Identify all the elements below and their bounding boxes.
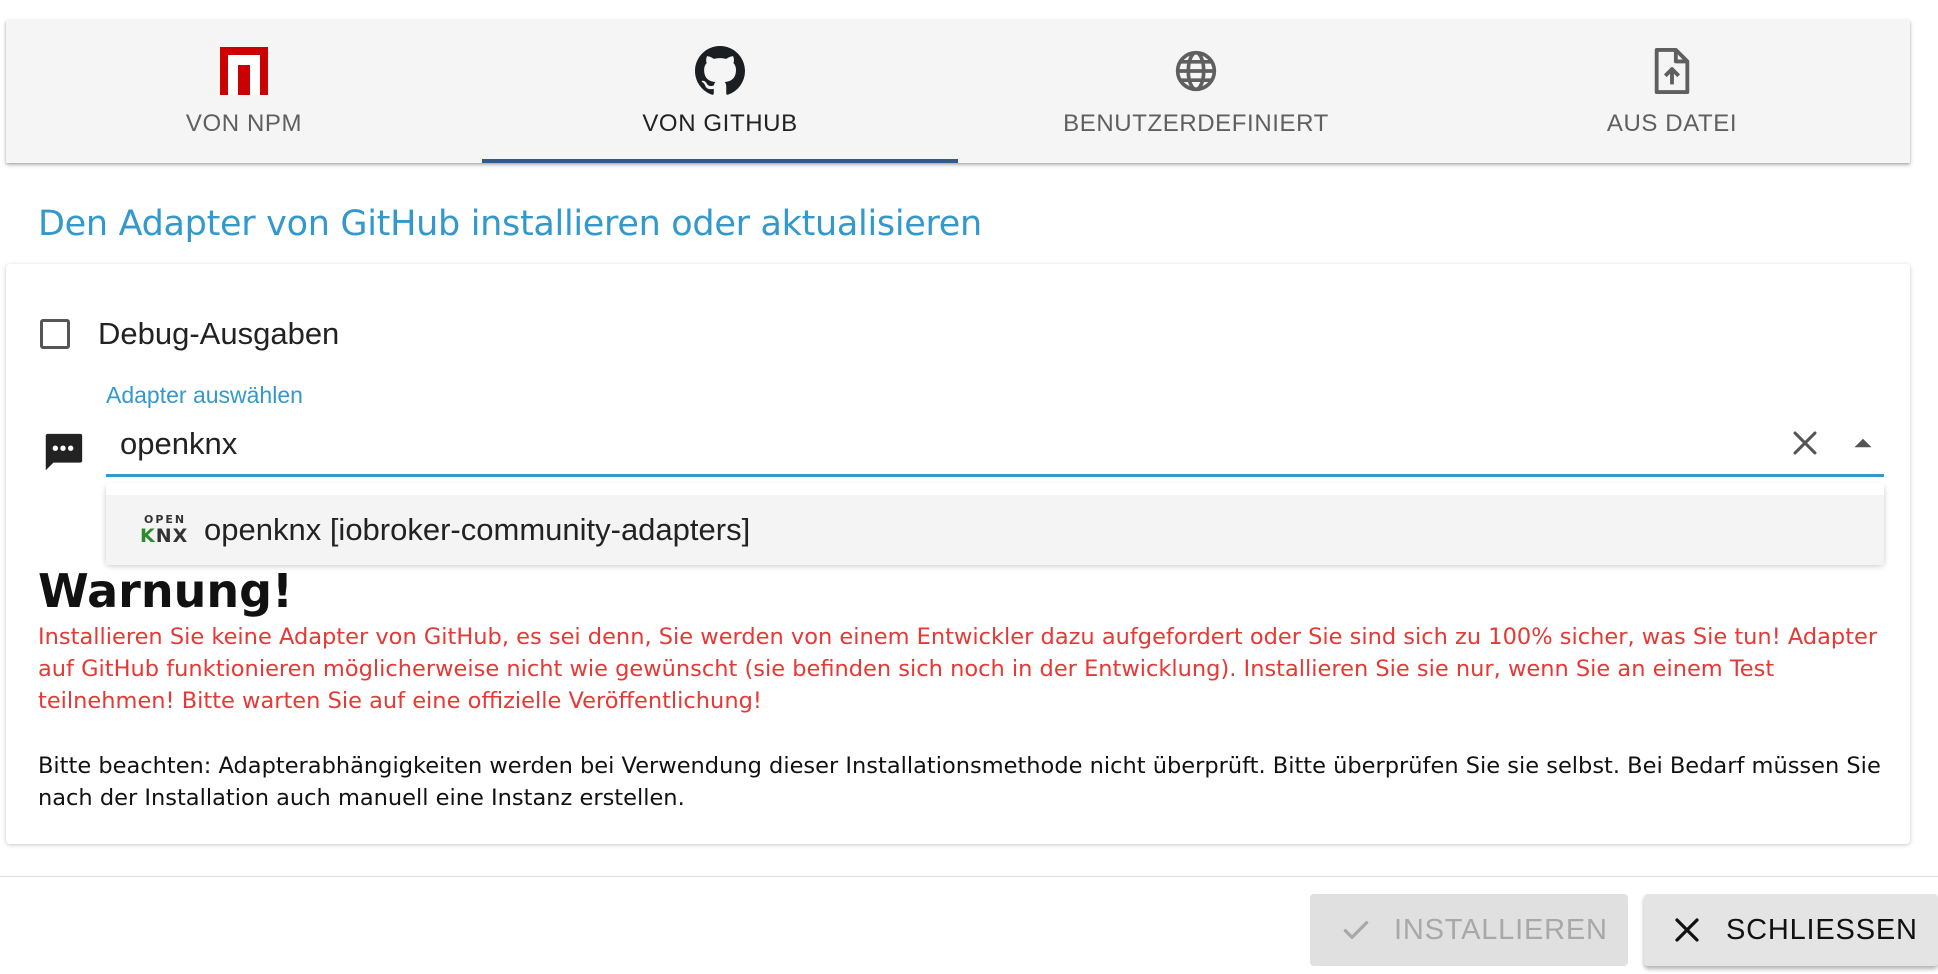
tab-benutzerdefiniert[interactable]: BENUTZERDEFINIERT: [958, 20, 1434, 163]
adapter-autocomplete: [106, 414, 1884, 477]
tab-label: VON NPM: [185, 110, 303, 137]
warning-text: Installieren Sie keine Adapter von GitHu…: [38, 624, 1878, 714]
tab-label: BENUTZERDEFINIERT: [1063, 110, 1329, 137]
github-icon: [695, 46, 745, 96]
adapter-option[interactable]: OPEN KNX openknx [iobroker-community-ada…: [106, 495, 1884, 565]
tab-label: VON GITHUB: [642, 110, 798, 137]
install-source-tabs: VON NPM VON GITHUB BENUTZERDEFINIERT AUS…: [6, 20, 1910, 163]
adapter-option-label: openknx [iobroker-community-adapters]: [204, 512, 751, 547]
chat-bubble-icon: [40, 430, 86, 476]
clear-icon[interactable]: [1788, 426, 1822, 460]
install-form-card: Debug-Ausgaben Adapter auswählen OPEN KN…: [6, 264, 1910, 844]
adapter-search-input[interactable]: [120, 424, 1620, 464]
adapter-select-label: Adapter auswählen: [106, 382, 303, 408]
autocomplete-dropdown: OPEN KNX openknx [iobroker-community-ada…: [106, 483, 1884, 565]
close-button-label: SCHLIESSEN: [1726, 913, 1918, 946]
page-title: Den Adapter von GitHub installieren oder…: [38, 204, 982, 244]
footer-divider: [0, 876, 1938, 877]
openknx-logo: OPEN KNX: [140, 513, 189, 547]
install-button[interactable]: INSTALLIEREN: [1310, 894, 1628, 966]
install-button-label: INSTALLIEREN: [1394, 913, 1608, 946]
debug-checkbox-label: Debug-Ausgaben: [98, 316, 340, 351]
npm-icon: [219, 46, 269, 96]
close-icon: [1672, 913, 1706, 947]
debug-option[interactable]: Debug-Ausgaben: [40, 316, 339, 352]
tab-aus-datei[interactable]: AUS DATEI: [1434, 20, 1910, 163]
dependency-note: Bitte beachten: Adapterabhängigkeiten we…: [38, 753, 1881, 811]
tab-von-npm[interactable]: VON NPM: [6, 20, 482, 163]
check-icon: [1340, 913, 1374, 947]
tab-label: AUS DATEI: [1606, 110, 1738, 137]
debug-checkbox[interactable]: [40, 319, 70, 349]
caret-up-icon[interactable]: [1846, 426, 1880, 460]
file-upload-icon: [1647, 46, 1697, 96]
tab-von-github[interactable]: VON GITHUB: [482, 20, 958, 163]
close-button[interactable]: SCHLIESSEN: [1644, 894, 1938, 966]
globe-icon: [1171, 46, 1221, 96]
warning-title: Warnung!: [38, 564, 293, 618]
